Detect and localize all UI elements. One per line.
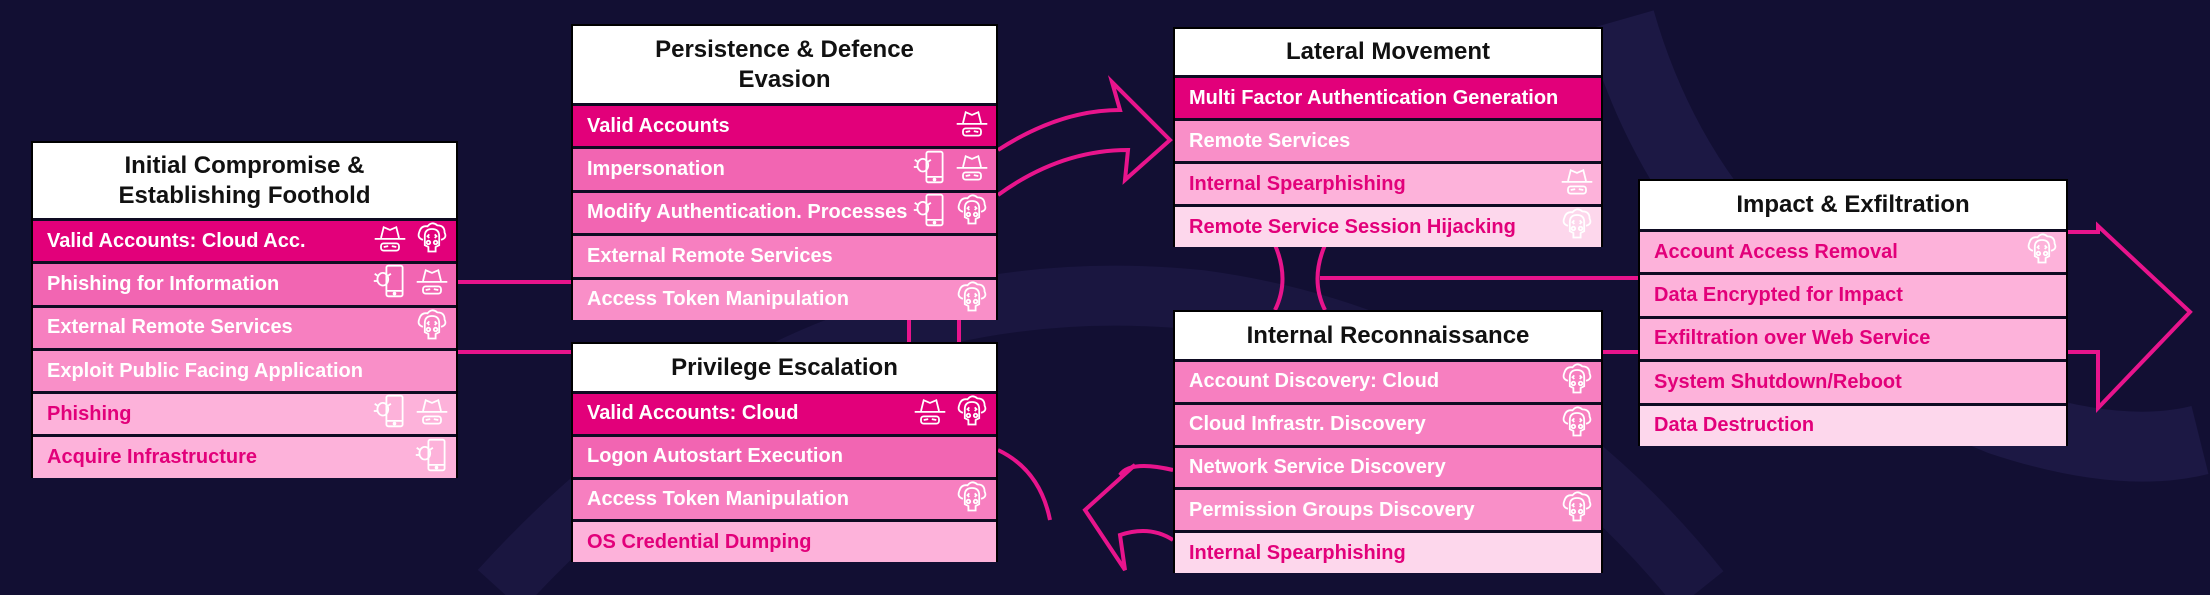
technique-label: Remote Services	[1189, 129, 1351, 152]
spy-hat-icon	[912, 393, 948, 435]
technique-row: Permission Groups Discovery	[1175, 487, 1601, 531]
technique-label: Data Destruction	[1654, 414, 1815, 437]
hacker-skull-icon	[1559, 404, 1595, 446]
technique-row: Access Token Manipulation	[573, 476, 996, 521]
arrow-to-lateral-movement	[996, 75, 1173, 197]
phone-bug-icon	[372, 263, 408, 305]
spy-hat-icon	[372, 220, 408, 262]
phone-bug-icon	[912, 192, 948, 234]
hacker-skull-icon	[1559, 361, 1595, 403]
technique-label: Account Discovery: Cloud	[1189, 370, 1440, 393]
technique-label: External Remote Services	[47, 316, 293, 339]
technique-label: Account Access Removal	[1654, 240, 1898, 263]
technique-row: Data Encrypted for Impact	[1640, 272, 2066, 316]
technique-row: Internal Spearphishing	[1175, 161, 1601, 204]
technique-row: Account Access Removal	[1640, 229, 2066, 273]
technique-label: Multi Factor Authentication Generation	[1189, 86, 1559, 109]
technique-row: Valid Accounts: Cloud	[573, 391, 996, 434]
technique-label: Valid Accounts	[587, 114, 730, 137]
technique-label: Access Token Manipulation	[587, 288, 849, 311]
connector-line	[1273, 244, 1285, 311]
hacker-skull-icon	[414, 307, 450, 349]
technique-label: Logon Autostart Execution	[587, 445, 843, 468]
hacker-skull-icon	[954, 479, 990, 521]
tactic-box-lateral-movement: Lateral Movement Multi Factor Authenticat…	[1173, 27, 1603, 247]
technique-row: Account Discovery: Cloud	[1175, 359, 1601, 402]
technique-label: Modify Authentication. Processes	[587, 201, 908, 224]
technique-row: Logon Autostart Execution	[573, 433, 996, 477]
technique-row: External Remote Services	[573, 233, 996, 277]
tactic-title: Persistence & Defence Evasion	[573, 26, 996, 103]
technique-label: Internal Spearphishing	[1189, 541, 1406, 564]
hacker-skull-icon	[954, 393, 990, 435]
technique-label: Valid Accounts: Cloud	[587, 402, 799, 425]
technique-label: Exploit Public Facing Application	[47, 359, 363, 382]
technique-row: Data Destruction	[1640, 402, 2066, 446]
technique-row: Valid Accounts	[573, 103, 996, 147]
technique-row: Exploit Public Facing Application	[33, 347, 456, 392]
tactic-title: Impact & Exfiltration	[1640, 181, 2066, 229]
technique-row: System Shutdown/Reboot	[1640, 359, 2066, 403]
hacker-skull-icon	[954, 279, 990, 321]
technique-row: Remote Service Session Hijacking	[1175, 204, 1601, 247]
tactic-box-internal-reconnaissance: Internal Reconnaissance Account Discovery…	[1173, 310, 1603, 573]
tactic-title: Lateral Movement	[1175, 29, 1601, 75]
technique-row: Exfiltration over Web Service	[1640, 315, 2066, 360]
technique-row: Cloud Infrastr. Discovery	[1175, 401, 1601, 446]
technique-label: Exfiltration over Web Service	[1654, 327, 1931, 350]
technique-row: Impersonation	[573, 146, 996, 191]
tactic-box-persistence: Persistence & Defence Evasion Valid Accou…	[571, 24, 998, 320]
hacker-skull-icon	[2024, 231, 2060, 273]
technique-row: External Remote Services	[33, 304, 456, 349]
technique-label: Remote Service Session Hijacking	[1189, 215, 1516, 238]
technique-label: Phishing	[47, 402, 132, 425]
arrow-to-impact	[2068, 221, 2193, 413]
technique-row: Phishing for Information	[33, 261, 456, 305]
technique-label: External Remote Services	[587, 244, 833, 267]
arrow-from-recon	[1082, 463, 1175, 572]
tactic-box-impact-exfiltration: Impact & Exfiltration Account Access Remo…	[1638, 179, 2068, 446]
technique-row: Modify Authentication. Processes	[573, 189, 996, 234]
spy-hat-icon	[954, 149, 990, 191]
spy-hat-icon	[414, 393, 450, 435]
tactic-title: Initial Compromise & Establishing Footho…	[33, 143, 456, 218]
technique-label: Data Encrypted for Impact	[1654, 284, 1903, 307]
technique-label: Valid Accounts: Cloud Acc.	[47, 229, 306, 252]
hacker-skull-icon	[414, 220, 450, 262]
technique-label: Access Token Manipulation	[587, 487, 849, 510]
phone-bug-icon	[912, 149, 948, 191]
technique-row: Network Service Discovery	[1175, 444, 1601, 488]
technique-label: Cloud Infrastr. Discovery	[1189, 413, 1426, 436]
technique-row: Phishing	[33, 391, 456, 435]
tactic-box-initial-compromise: Initial Compromise & Establishing Footho…	[31, 141, 458, 478]
hacker-skull-icon	[954, 192, 990, 234]
spy-hat-icon	[1559, 163, 1595, 205]
curve-privilege	[997, 448, 1052, 521]
technique-label: Acquire Infrastructure	[47, 446, 258, 469]
tactic-box-privilege-escalation: Privilege Escalation Valid Accounts: Clou…	[571, 342, 998, 563]
hacker-skull-icon	[1559, 489, 1595, 531]
technique-row: Valid Accounts: Cloud Acc.	[33, 218, 456, 262]
technique-row: Multi Factor Authentication Generation	[1175, 75, 1601, 118]
technique-label: Phishing for Information	[47, 272, 280, 295]
technique-label: OS Credential Dumping	[587, 530, 812, 553]
hacker-skull-icon	[1559, 206, 1595, 248]
technique-row: OS Credential Dumping	[573, 519, 996, 563]
tactic-title: Internal Reconnaissance	[1175, 312, 1601, 359]
tactic-title: Privilege Escalation	[573, 344, 996, 391]
technique-label: System Shutdown/Reboot	[1654, 370, 1902, 393]
spy-hat-icon	[414, 263, 450, 305]
technique-label: Permission Groups Discovery	[1189, 498, 1475, 521]
spy-hat-icon	[954, 105, 990, 147]
technique-row: Access Token Manipulation	[573, 276, 996, 321]
technique-row: Acquire Infrastructure	[33, 434, 456, 479]
technique-label: Network Service Discovery	[1189, 455, 1446, 478]
phone-bug-icon	[414, 437, 450, 479]
phone-bug-icon	[372, 393, 408, 435]
technique-row: Remote Services	[1175, 118, 1601, 161]
technique-row: Internal Spearphishing	[1175, 530, 1601, 573]
technique-label: Internal Spearphishing	[1189, 172, 1406, 195]
technique-label: Impersonation	[587, 158, 725, 181]
